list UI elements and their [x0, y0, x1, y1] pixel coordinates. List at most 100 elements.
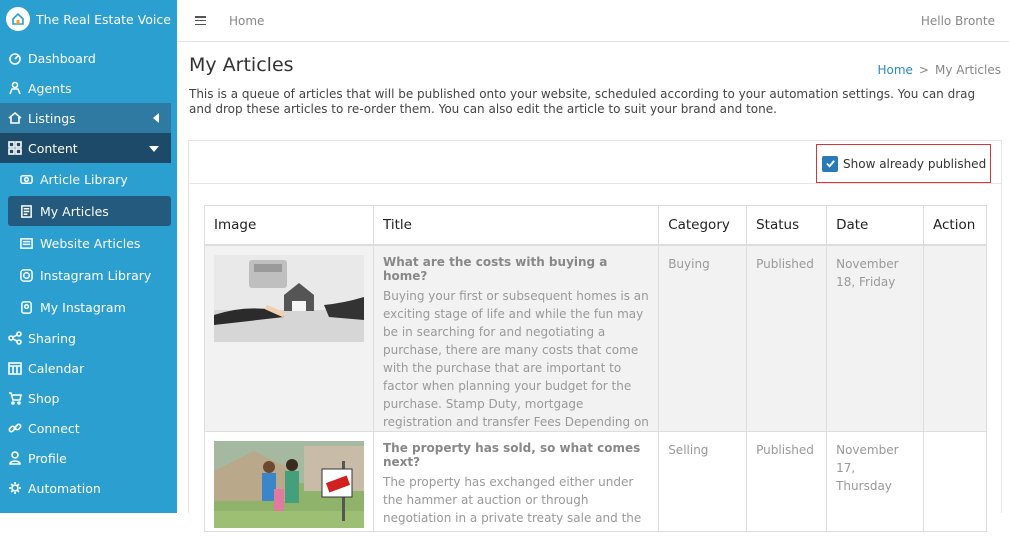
brand-logo-icon: [6, 7, 30, 31]
image-cell: [204, 430, 374, 532]
title-cell: What are the costs with buying a home? B…: [372, 244, 660, 432]
website-articles-icon: [19, 236, 34, 251]
sidebar-item-label: Agents: [28, 80, 72, 96]
breadcrumb-current: My Articles: [934, 63, 1001, 77]
sidebar-item-profile[interactable]: Profile: [0, 443, 177, 473]
sidebar-item-my-articles[interactable]: My Articles: [8, 196, 171, 226]
sidebar-item-label: My Articles: [40, 203, 109, 219]
date-cell: November 17, Thursday: [826, 430, 925, 532]
table-row[interactable]: What are the costs with buying a home? B…: [204, 244, 987, 432]
article-excerpt: The property has exchanged either under …: [383, 474, 642, 525]
sidebar-item-connect[interactable]: Connect: [0, 413, 177, 443]
my-instagram-icon: [19, 300, 34, 315]
articles-table: Image Title Category Status Date Action: [204, 205, 987, 532]
brand-name: The Real Estate Voice: [36, 11, 171, 27]
caret-left-icon: [153, 113, 159, 123]
sidebar-nav: Dashboard Agents Listings Content Articl…: [0, 43, 177, 503]
article-category: Buying: [668, 256, 710, 271]
breadcrumb: Home > My Articles: [877, 63, 1001, 77]
article-status: Published: [756, 442, 814, 457]
table-row[interactable]: The property has sold, so what comes nex…: [204, 430, 987, 532]
sidebar-item-label: Website Articles: [40, 235, 141, 251]
caret-down-icon: [149, 146, 159, 152]
show-published-checkbox[interactable]: [822, 155, 838, 172]
user-icon: [7, 451, 22, 466]
dashboard-icon: [7, 51, 22, 66]
articles-card: Show already published Image Title Categ…: [188, 140, 1002, 532]
link-icon: [7, 421, 22, 436]
sidebar-item-listings[interactable]: Listings: [0, 103, 171, 133]
breadcrumb-separator: >: [918, 63, 929, 77]
page-description: This is a queue of articles that will be…: [189, 87, 976, 116]
article-date: November 17, Thursday: [836, 442, 899, 493]
title-cell: The property has sold, so what comes nex…: [372, 430, 660, 532]
share-icon: [7, 331, 22, 346]
sidebar-item-website-articles[interactable]: Website Articles: [0, 227, 177, 259]
instagram-icon: [19, 268, 34, 283]
sidebar-item-shop[interactable]: Shop: [0, 383, 177, 413]
sidebar-item-content[interactable]: Content: [0, 133, 171, 163]
gear-icon: [7, 481, 22, 496]
content-icon: [7, 141, 22, 156]
column-header-action: Action: [923, 205, 987, 246]
sidebar-item-sharing[interactable]: Sharing: [0, 323, 177, 353]
sidebar-item-automation[interactable]: Automation: [0, 473, 177, 503]
sidebar-item-label: Calendar: [28, 360, 85, 376]
action-cell: [923, 430, 987, 532]
breadcrumb-home[interactable]: Home: [877, 63, 912, 77]
my-articles-icon: [19, 204, 34, 219]
article-title[interactable]: What are the costs with buying a home?: [383, 255, 649, 283]
main-content: My Articles Home > My Articles This is a q…: [177, 42, 1009, 532]
show-published-label: Show already published: [843, 156, 987, 171]
sidebar: The Real Estate Voice Dashboard Agents L…: [0, 0, 177, 513]
user-greeting[interactable]: Hello Bronte: [921, 14, 995, 28]
category-cell: Buying: [658, 244, 748, 432]
cart-icon: [7, 391, 22, 406]
listings-icon: [7, 111, 22, 126]
status-cell: Published: [746, 430, 828, 532]
column-header-image: Image: [204, 205, 374, 246]
sidebar-item-label: Article Library: [40, 171, 128, 187]
table-header-row: Image Title Category Status Date Action: [204, 205, 987, 246]
agents-icon: [7, 81, 22, 96]
article-title[interactable]: The property has sold, so what comes nex…: [383, 441, 649, 469]
calendar-icon: [7, 361, 22, 376]
sidebar-item-dashboard[interactable]: Dashboard: [0, 43, 177, 73]
sidebar-item-label: Instagram Library: [40, 267, 152, 283]
card-header: Show already published: [189, 141, 1001, 184]
column-header-category: Category: [658, 205, 748, 246]
column-header-date: Date: [826, 205, 925, 246]
article-date: November 18, Friday: [836, 256, 899, 289]
checkmark-icon: [825, 160, 835, 168]
sidebar-item-label: Dashboard: [28, 50, 96, 66]
sidebar-item-instagram-library[interactable]: Instagram Library: [0, 259, 177, 291]
topbar: Home Hello Bronte: [177, 0, 1009, 42]
status-cell: Published: [746, 244, 828, 432]
content-submenu: Article Library My Articles Website Arti…: [0, 163, 177, 323]
sidebar-item-label: Sharing: [28, 330, 76, 346]
sidebar-item-label: Automation: [28, 480, 101, 496]
sidebar-item-agents[interactable]: Agents: [0, 73, 177, 103]
sidebar-item-label: Listings: [28, 110, 76, 126]
menu-toggle-icon[interactable]: [195, 16, 206, 25]
brand[interactable]: The Real Estate Voice: [0, 0, 177, 38]
topbar-home-link[interactable]: Home: [229, 14, 264, 28]
sidebar-item-my-instagram[interactable]: My Instagram: [0, 291, 177, 323]
article-excerpt: Buying your first or subsequent homes is…: [383, 288, 649, 429]
sidebar-item-label: My Instagram: [40, 299, 126, 315]
article-library-icon: [19, 172, 34, 187]
category-cell: Selling: [658, 430, 748, 532]
image-cell: [204, 244, 374, 432]
sidebar-item-label: Shop: [28, 390, 60, 406]
sidebar-item-label: Content: [28, 140, 78, 156]
page-title: My Articles: [189, 54, 294, 76]
sidebar-item-article-library[interactable]: Article Library: [0, 163, 177, 195]
article-thumbnail[interactable]: [214, 254, 364, 342]
article-thumbnail[interactable]: [214, 440, 364, 528]
sidebar-item-label: Profile: [28, 450, 67, 466]
show-published-toggle[interactable]: Show already published: [816, 144, 991, 183]
column-header-status: Status: [746, 205, 828, 246]
action-cell: [923, 244, 987, 432]
article-category: Selling: [668, 442, 709, 457]
sidebar-item-calendar[interactable]: Calendar: [0, 353, 177, 383]
